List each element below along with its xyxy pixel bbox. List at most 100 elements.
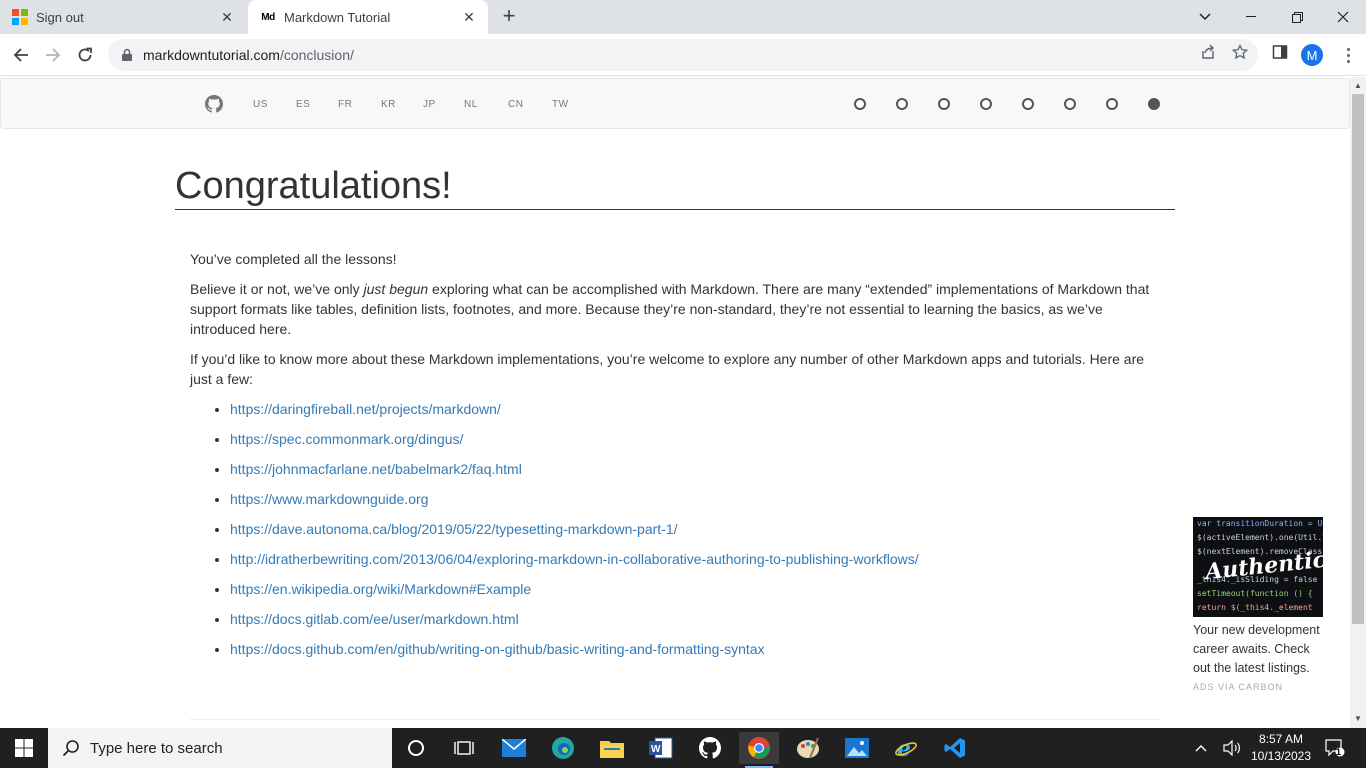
forward-button[interactable]: [40, 42, 66, 68]
lesson-progress-dot[interactable]: [896, 98, 908, 110]
lang-link-us[interactable]: US: [253, 99, 268, 110]
cortana-icon[interactable]: [396, 732, 436, 764]
side-panel-icon[interactable]: [1270, 42, 1290, 62]
tab-sign-out[interactable]: Sign out ✕: [0, 0, 246, 34]
word-icon[interactable]: W: [641, 732, 681, 764]
resource-link[interactable]: http://idratherbewriting.com/2013/06/04/…: [230, 551, 919, 567]
start-button[interactable]: [0, 728, 48, 768]
profile-avatar[interactable]: M: [1301, 44, 1323, 66]
list-item: https://docs.github.com/en/github/writin…: [230, 639, 1155, 669]
lesson-progress-dot[interactable]: [1106, 98, 1118, 110]
lang-link-tw[interactable]: TW: [552, 99, 569, 110]
url-host: markdowntutorial.com: [143, 47, 280, 63]
resource-link[interactable]: https://docs.gitlab.com/ee/user/markdown…: [230, 611, 519, 627]
lesson-progress-dot[interactable]: [854, 98, 866, 110]
ad-image[interactable]: var transitionDuration = Util $(activeEl…: [1193, 517, 1323, 617]
back-button[interactable]: [8, 42, 34, 68]
close-tab-icon[interactable]: ✕: [460, 8, 478, 26]
svg-text:W: W: [651, 744, 661, 755]
resource-link[interactable]: https://en.wikipedia.org/wiki/Markdown#E…: [230, 581, 531, 597]
list-item: https://johnmacfarlane.net/babelmark2/fa…: [230, 459, 1155, 489]
new-tab-button[interactable]: +: [498, 5, 520, 28]
resource-link[interactable]: https://spec.commonmark.org/dingus/: [230, 431, 463, 447]
show-hidden-icons-chevron-icon[interactable]: [1190, 728, 1212, 768]
browser-toolbar: markdowntutorial.com/conclusion/ M: [0, 34, 1366, 76]
action-center-icon[interactable]: 1: [1320, 728, 1350, 768]
search-icon: [62, 740, 79, 757]
page-viewport: US ES FR KR JP NL CN TW Congratulations!…: [0, 77, 1350, 728]
list-item: https://www.markdownguide.org: [230, 489, 1155, 519]
browser-menu-icon[interactable]: [1338, 44, 1358, 66]
minimize-button[interactable]: [1228, 0, 1274, 34]
tab-search-chevron-icon[interactable]: [1182, 0, 1228, 34]
close-tab-icon[interactable]: ✕: [218, 8, 236, 26]
resources-paragraph: If you’d like to know more about these M…: [190, 351, 1145, 387]
reload-button[interactable]: [72, 42, 98, 68]
edge-icon[interactable]: [543, 732, 583, 764]
search-placeholder: Type here to search: [90, 739, 223, 757]
restore-button[interactable]: [1274, 0, 1320, 34]
notification-count-badge: 1: [1336, 747, 1342, 757]
lesson-progress-dot-current[interactable]: [1148, 98, 1160, 110]
lang-link-es[interactable]: ES: [296, 99, 310, 110]
github-desktop-icon[interactable]: [690, 732, 730, 764]
tab-markdown-tutorial[interactable]: Md Markdown Tutorial ✕: [248, 0, 488, 34]
page-title: Congratulations!: [175, 165, 452, 207]
page-scrollbar[interactable]: ▲ ▼: [1350, 77, 1366, 728]
task-view-icon[interactable]: [444, 732, 484, 764]
windows-logo-icon: [15, 739, 33, 757]
list-item: https://dave.autonoma.ca/blog/2019/05/22…: [230, 519, 1155, 549]
list-item: http://idratherbewriting.com/2013/06/04/…: [230, 549, 1155, 579]
lesson-progress-dot[interactable]: [938, 98, 950, 110]
scroll-up-arrow-icon[interactable]: ▲: [1354, 81, 1362, 90]
list-item: https://en.wikipedia.org/wiki/Markdown#E…: [230, 579, 1155, 609]
tab-title: Markdown Tutorial: [284, 9, 391, 25]
internet-explorer-icon[interactable]: e: [886, 732, 926, 764]
chrome-icon[interactable]: [739, 732, 779, 768]
list-item: https://daringfireball.net/projects/mark…: [230, 399, 1155, 429]
lang-link-jp[interactable]: JP: [423, 99, 436, 110]
paint-icon[interactable]: [788, 732, 828, 764]
clock-time: 8:57 AM: [1258, 732, 1304, 746]
volume-icon[interactable]: [1220, 728, 1244, 768]
github-icon[interactable]: [205, 95, 223, 113]
lesson-progress-dot[interactable]: [1022, 98, 1034, 110]
url-text: markdowntutorial.com/conclusion/: [143, 47, 354, 63]
taskbar-search-box[interactable]: Type here to search: [48, 728, 392, 768]
ad-attribution[interactable]: ADS VIA CARBON: [1193, 682, 1323, 692]
url-path: /conclusion/: [279, 47, 354, 63]
clock-date: 10/13/2023: [1250, 749, 1312, 763]
tab-title: Sign out: [36, 9, 84, 25]
ad-text[interactable]: Your new development career awaits. Chec…: [1193, 621, 1323, 678]
resource-link[interactable]: https://docs.github.com/en/github/writin…: [230, 641, 765, 657]
browser-tab-strip: Sign out ✕ Md Markdown Tutorial ✕ +: [0, 0, 1366, 34]
vscode-icon[interactable]: [935, 732, 975, 764]
address-bar[interactable]: markdowntutorial.com/conclusion/: [108, 39, 1258, 71]
md-icon: Md: [261, 11, 275, 23]
lock-icon: [122, 48, 132, 61]
bookmark-star-icon[interactable]: [1230, 42, 1250, 62]
resource-links-list: https://daringfireball.net/projects/mark…: [230, 399, 1155, 669]
lesson-progress-dot[interactable]: [1064, 98, 1076, 110]
lang-link-kr[interactable]: KR: [381, 99, 396, 110]
mail-icon[interactable]: [494, 732, 534, 764]
intro-paragraph: You’ve completed all the lessons!: [190, 251, 397, 267]
scrollbar-thumb[interactable]: [1352, 94, 1364, 624]
photos-icon[interactable]: [837, 732, 877, 764]
lang-link-cn[interactable]: CN: [508, 99, 523, 110]
resource-link[interactable]: https://www.markdownguide.org: [230, 491, 428, 507]
scroll-down-arrow-icon[interactable]: ▼: [1354, 714, 1362, 723]
resource-link[interactable]: https://johnmacfarlane.net/babelmark2/fa…: [230, 461, 522, 477]
windows-taskbar: Type here to search W e 8:57 AM 10/13/20…: [0, 728, 1366, 768]
resource-link[interactable]: https://daringfireball.net/projects/mark…: [230, 401, 501, 417]
lang-link-nl[interactable]: NL: [464, 99, 478, 110]
carbon-ad[interactable]: var transitionDuration = Util $(activeEl…: [1193, 517, 1323, 692]
extended-implementations-paragraph: Believe it or not, we’ve only just begun…: [190, 281, 1150, 337]
lesson-progress-dot[interactable]: [980, 98, 992, 110]
resource-link[interactable]: https://dave.autonoma.ca/blog/2019/05/22…: [230, 521, 678, 537]
close-window-button[interactable]: [1320, 0, 1366, 34]
lang-link-fr[interactable]: FR: [338, 99, 352, 110]
file-explorer-icon[interactable]: [592, 732, 632, 764]
system-clock[interactable]: 8:57 AM 10/13/2023: [1246, 731, 1316, 765]
share-icon[interactable]: [1198, 42, 1218, 62]
